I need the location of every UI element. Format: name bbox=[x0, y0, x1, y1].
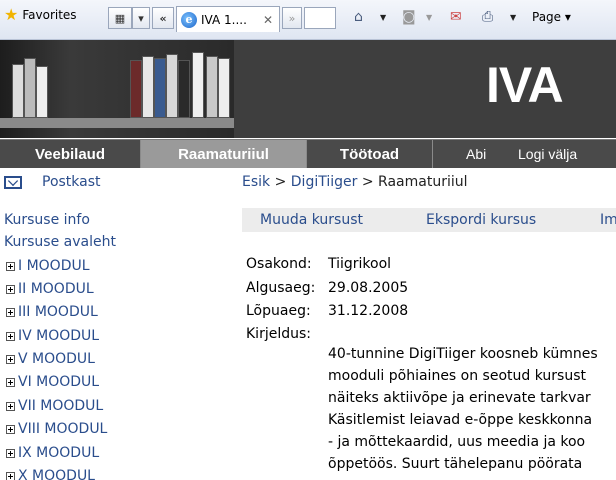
logout-link[interactable]: Logi välja bbox=[518, 146, 577, 162]
mailbox-label: Postkast bbox=[42, 174, 101, 190]
module-item[interactable]: II MOODUL bbox=[6, 281, 94, 297]
main-nav: Veebilaud Raamaturiiul Töötoad Abi Logi … bbox=[0, 139, 616, 168]
mail-icon[interactable]: ✉ bbox=[450, 9, 462, 25]
close-tab-icon[interactable]: ✕ bbox=[263, 13, 273, 27]
end-date-label: Lõpuaeg: bbox=[246, 303, 311, 319]
new-tab-button[interactable] bbox=[304, 7, 336, 29]
browser-tab-active[interactable]: e IVA 1.... ✕ bbox=[176, 6, 280, 32]
module-item[interactable]: V MOODUL bbox=[6, 351, 95, 367]
scroll-tabs-left-button[interactable]: « bbox=[152, 7, 174, 29]
export-course-link[interactable]: Ekspordi kursus bbox=[426, 212, 536, 228]
scroll-tabs-right-button[interactable]: » bbox=[282, 7, 302, 29]
expand-icon[interactable] bbox=[6, 284, 15, 294]
start-date-label: Algusaeg: bbox=[246, 280, 316, 296]
favorites-label: Favorites bbox=[22, 8, 77, 22]
tab-list-button[interactable]: ▾ bbox=[132, 7, 150, 29]
module-item[interactable]: I MOODUL bbox=[6, 258, 90, 274]
module-item[interactable]: VII MOODUL bbox=[6, 398, 103, 414]
nav-item-veebilaud[interactable]: Veebilaud bbox=[0, 140, 141, 168]
expand-icon[interactable] bbox=[6, 331, 15, 341]
expand-icon[interactable] bbox=[6, 377, 15, 387]
course-action-bar: Muuda kursust Ekspordi kursus Im bbox=[242, 208, 616, 232]
breadcrumb-course-link[interactable]: DigiTiiger bbox=[291, 174, 358, 190]
breadcrumb-separator: > bbox=[274, 174, 287, 190]
star-icon: ★ bbox=[4, 5, 19, 24]
description-line: 40-tunnine DigiTiiger koosneb kümnes bbox=[328, 346, 598, 362]
breadcrumb-home-link[interactable]: Esik bbox=[242, 174, 270, 190]
print-icon[interactable]: ⎙ bbox=[482, 9, 493, 25]
end-date-value: 31.12.2008 bbox=[328, 303, 409, 319]
print-dropdown-icon[interactable]: ▼ bbox=[510, 13, 516, 22]
edit-course-link[interactable]: Muuda kursust bbox=[260, 212, 363, 228]
expand-icon[interactable] bbox=[6, 401, 15, 411]
expand-icon[interactable] bbox=[6, 261, 15, 271]
breadcrumb: Esik > DigiTiiger > Raamaturiiul bbox=[242, 174, 468, 190]
envelope-icon bbox=[4, 175, 22, 189]
breadcrumb-current: Raamaturiiul bbox=[378, 174, 468, 190]
help-link[interactable]: Abi bbox=[466, 146, 486, 162]
home-dropdown-icon[interactable]: ▼ bbox=[380, 13, 386, 22]
module-item[interactable]: IX MOODUL bbox=[6, 445, 99, 461]
ie-icon: e bbox=[181, 11, 197, 28]
screen: ★ Favorites ▦ ▾ « e IVA 1.... ✕ » ⌂ ▼ ◙ … bbox=[0, 0, 616, 480]
feed-dropdown-icon[interactable]: ▼ bbox=[426, 13, 432, 22]
sidebar: Postkast Kursuse info Kursuse avaleht I … bbox=[0, 168, 235, 480]
module-item[interactable]: IV MOODUL bbox=[6, 328, 99, 344]
home-icon[interactable]: ⌂ bbox=[354, 9, 363, 25]
course-info-link[interactable]: Kursuse info bbox=[4, 212, 90, 228]
department-value: Tiigrikool bbox=[328, 256, 392, 272]
browser-toolbar: ★ Favorites ▦ ▾ « e IVA 1.... ✕ » ⌂ ▼ ◙ … bbox=[0, 0, 616, 40]
description-line: näiteks aktiivõpe ja erinevate tarkvar bbox=[328, 390, 591, 406]
description-line: mooduli põhiaines on seotud kursust bbox=[328, 368, 586, 384]
favorites-button[interactable]: ★ Favorites bbox=[4, 5, 77, 24]
expand-icon[interactable] bbox=[6, 471, 15, 480]
description-line: Käsitlemist leiavad e-õppe keskkonna bbox=[328, 412, 593, 428]
bookshelf-image bbox=[0, 40, 234, 138]
chevron-down-icon: ▾ bbox=[138, 11, 144, 25]
module-item[interactable]: VI MOODUL bbox=[6, 374, 99, 390]
description-line: õppetöös. Suurt tähelepanu pöörata bbox=[328, 456, 583, 472]
tab-title: IVA 1.... bbox=[201, 12, 247, 27]
import-link[interactable]: Im bbox=[600, 212, 616, 228]
site-banner: IVA bbox=[0, 40, 616, 138]
expand-icon[interactable] bbox=[6, 354, 15, 364]
description-line: - ja mõttekaardid, uus meedia ja koo bbox=[328, 434, 586, 450]
start-date-value: 29.08.2005 bbox=[328, 280, 409, 296]
module-item[interactable]: VIII MOODUL bbox=[6, 421, 107, 437]
course-home-link[interactable]: Kursuse avaleht bbox=[4, 234, 116, 250]
page-menu-button[interactable]: Page ▾ bbox=[532, 10, 571, 24]
expand-icon[interactable] bbox=[6, 448, 15, 458]
rss-feed-icon[interactable]: ◙ bbox=[402, 9, 416, 25]
nav-item-raamaturiiul[interactable]: Raamaturiiul bbox=[141, 140, 307, 168]
department-label: Osakond: bbox=[246, 256, 312, 272]
quick-tabs-button[interactable]: ▦ bbox=[108, 7, 132, 29]
expand-icon[interactable] bbox=[6, 424, 15, 434]
grid-icon: ▦ bbox=[114, 11, 126, 25]
expand-icon[interactable] bbox=[6, 307, 15, 317]
module-item[interactable]: III MOODUL bbox=[6, 304, 98, 320]
description-label: Kirjeldus: bbox=[246, 326, 311, 342]
breadcrumb-separator: > bbox=[361, 174, 374, 190]
iva-logo: IVA bbox=[486, 57, 564, 113]
mailbox-link[interactable]: Postkast bbox=[4, 174, 101, 190]
nav-item-tootoad[interactable]: Töötoad bbox=[307, 140, 433, 168]
module-item[interactable]: X MOODUL bbox=[6, 468, 95, 480]
